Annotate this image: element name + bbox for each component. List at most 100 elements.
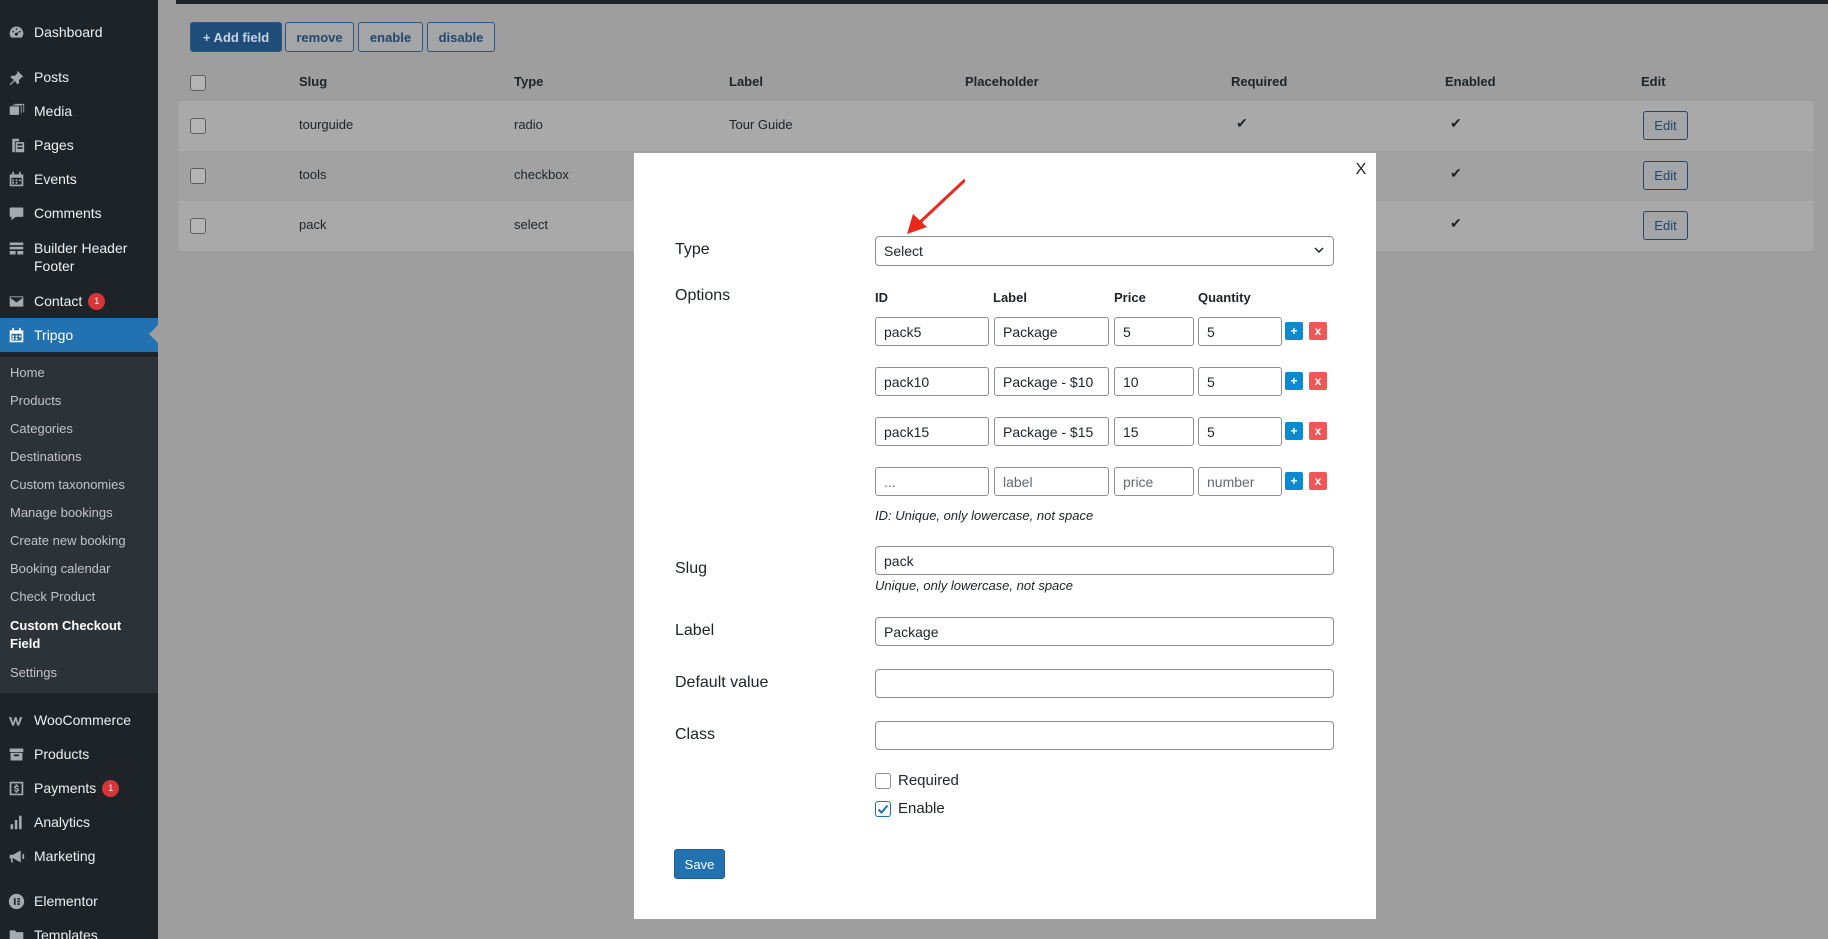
row-checkbox[interactable] [190, 118, 206, 134]
select-all-checkbox[interactable] [190, 75, 206, 91]
enable-button[interactable]: enable [358, 22, 423, 52]
class-label: Class [675, 726, 716, 743]
mail-icon [7, 292, 25, 310]
type-label: Type [675, 241, 710, 258]
enable-checkbox[interactable] [875, 801, 891, 817]
remove-option-button[interactable]: x [1309, 322, 1327, 340]
option-label-input[interactable] [994, 317, 1109, 346]
option-price-input[interactable] [1114, 417, 1194, 446]
remove-option-button[interactable]: x [1309, 372, 1327, 390]
dollar-icon [7, 779, 25, 797]
sidebar-item-posts[interactable]: Posts [0, 67, 158, 87]
option-quantity-input[interactable] [1198, 417, 1282, 446]
sidebar-item-comments[interactable]: Comments [0, 203, 158, 223]
submenu-item-settings[interactable]: Settings [10, 664, 57, 682]
edit-button[interactable]: Edit [1643, 211, 1688, 240]
sidebar-item-media[interactable]: Media [0, 101, 158, 121]
new-option-label-input[interactable] [994, 467, 1109, 496]
column-header-edit: Edit [1641, 74, 1666, 89]
remove-option-button[interactable]: x [1309, 472, 1327, 490]
media-icon [7, 102, 25, 120]
sidebar-item-marketing[interactable]: Marketing [0, 846, 158, 866]
save-button[interactable]: Save [674, 849, 725, 879]
sidebar-item-templates[interactable]: Templates [0, 925, 158, 939]
add-option-button[interactable]: + [1285, 372, 1303, 390]
submenu-item-booking-calendar[interactable]: Booking calendar [10, 560, 110, 578]
submenu-item-destinations[interactable]: Destinations [10, 448, 82, 466]
sidebar-item-label: Payments [34, 780, 97, 796]
default-value-label: Default value [675, 674, 769, 691]
remove-option-button[interactable]: x [1309, 422, 1327, 440]
option-id-input[interactable] [875, 367, 989, 396]
options-label: Options [675, 287, 731, 304]
option-quantity-input[interactable] [1198, 367, 1282, 396]
sidebar-item-builder-header-footer[interactable]: Builder Header Footer [0, 239, 158, 275]
table-row: tourguide radio Tour Guide ✔ ✔ Edit [179, 101, 1813, 151]
submenu-item-custom-taxonomies[interactable]: Custom taxonomies [10, 476, 125, 494]
layout-icon [7, 239, 25, 257]
edit-button[interactable]: Edit [1643, 111, 1688, 140]
sidebar-item-label: Comments [34, 205, 102, 221]
row-checkbox[interactable] [190, 168, 206, 184]
option-quantity-input[interactable] [1198, 317, 1282, 346]
submenu-item-home[interactable]: Home [10, 364, 45, 382]
submenu-item-products[interactable]: Products [10, 392, 61, 410]
sidebar-item-elementor[interactable]: Elementor [0, 891, 158, 911]
annotation-arrow-icon [907, 178, 965, 234]
required-checkbox-label: Required [898, 772, 959, 789]
sidebar-item-dashboard[interactable]: Dashboard [0, 22, 158, 42]
pushpin-icon [7, 68, 25, 86]
label-field-label: Label [675, 622, 715, 639]
new-option-id-input[interactable] [875, 467, 989, 496]
slug-input[interactable] [875, 546, 1334, 575]
sidebar-item-label: Dashboard [34, 24, 103, 40]
new-option-quantity-input[interactable] [1198, 467, 1282, 496]
submenu-item-create-new-booking[interactable]: Create new booking [10, 532, 126, 550]
sidebar-item-analytics[interactable]: Analytics [0, 812, 158, 832]
row-checkbox[interactable] [190, 218, 206, 234]
label-input[interactable] [875, 617, 1334, 646]
edit-button[interactable]: Edit [1643, 161, 1688, 190]
chevron-down-icon [1313, 243, 1325, 259]
add-field-button[interactable]: + Add field [190, 22, 282, 52]
required-checkbox[interactable] [875, 773, 891, 789]
add-option-button[interactable]: + [1285, 322, 1303, 340]
submenu-item-manage-bookings[interactable]: Manage bookings [10, 504, 113, 522]
options-header-quantity: Quantity [1198, 290, 1251, 305]
disable-button[interactable]: disable [427, 22, 495, 52]
type-select[interactable]: Select [875, 236, 1334, 266]
woocommerce-icon [7, 711, 25, 729]
sidebar-item-contact[interactable]: Contact 1 [0, 291, 158, 311]
megaphone-icon [7, 847, 25, 865]
option-id-input[interactable] [875, 417, 989, 446]
sidebar-item-payments[interactable]: Payments 1 [0, 778, 158, 798]
sidebar-item-pages[interactable]: Pages [0, 135, 158, 155]
remove-button[interactable]: remove [285, 22, 354, 52]
option-label-input[interactable] [994, 417, 1109, 446]
slug-label: Slug [675, 560, 708, 577]
add-option-button[interactable]: + [1285, 472, 1303, 490]
active-menu-arrow [149, 325, 158, 343]
option-price-input[interactable] [1114, 367, 1194, 396]
notification-badge: 1 [88, 292, 106, 310]
class-input[interactable] [875, 721, 1334, 750]
row-slug: tourguide [299, 117, 354, 132]
sidebar-item-label: Marketing [34, 848, 96, 864]
slug-hint: Unique, only lowercase, not space [875, 578, 1074, 593]
new-option-price-input[interactable] [1114, 467, 1194, 496]
row-slug: tools [299, 167, 327, 182]
close-button[interactable]: X [1354, 161, 1368, 179]
add-option-button[interactable]: + [1285, 422, 1303, 440]
type-select-value: Select [884, 243, 923, 259]
sidebar-item-woocommerce[interactable]: WooCommerce [0, 710, 158, 730]
option-id-input[interactable] [875, 317, 989, 346]
submenu-item-custom-checkout-field[interactable]: Custom Checkout Field [10, 617, 145, 653]
submenu-item-check-product[interactable]: Check Product [10, 588, 95, 606]
sidebar-item-events[interactable]: Events [0, 169, 158, 189]
default-value-input[interactable] [875, 669, 1334, 698]
sidebar-item-products[interactable]: Products [0, 744, 158, 764]
option-price-input[interactable] [1114, 317, 1194, 346]
submenu-item-categories[interactable]: Categories [10, 420, 73, 438]
option-label-input[interactable] [994, 367, 1109, 396]
sidebar-item-tripgo[interactable]: Tripgo [0, 318, 158, 352]
